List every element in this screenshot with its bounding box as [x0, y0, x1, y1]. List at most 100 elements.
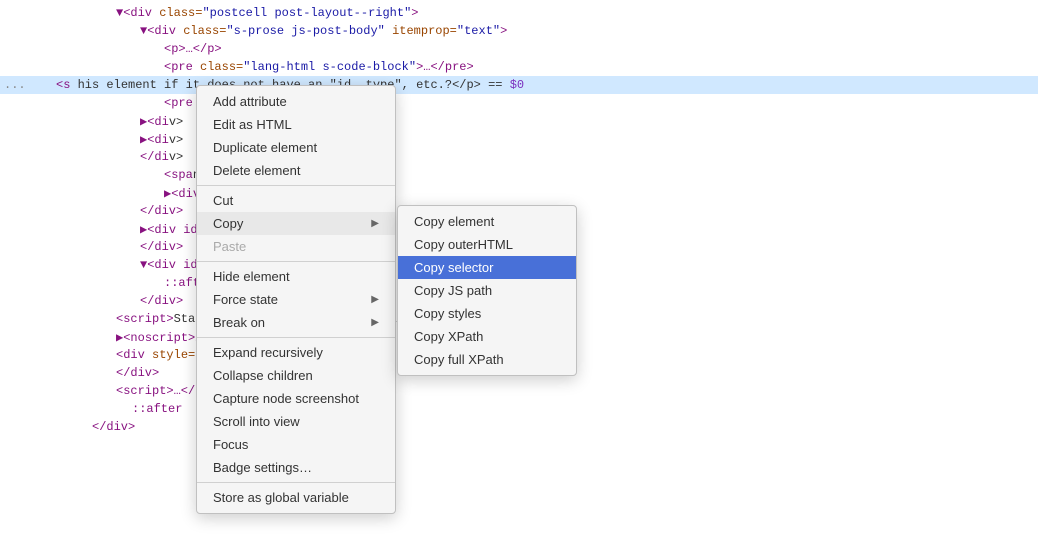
menu-item-label: Add attribute [213, 94, 287, 109]
menu-item-hide[interactable]: Hide element [197, 265, 395, 288]
code-close: > [411, 6, 418, 20]
code-line: ::after [0, 400, 1038, 418]
code-tag: <pre [164, 96, 200, 110]
menu-item-label: Scroll into view [213, 414, 300, 429]
code-val: "s-prose js-post-body" [226, 24, 384, 38]
context-menu[interactable]: Add attribute Edit as HTML Duplicate ele… [196, 85, 396, 514]
code-indent: </div> [36, 240, 183, 254]
menu-item-label: Edit as HTML [213, 117, 292, 132]
menu-item-label: Cut [213, 193, 233, 208]
code-indent: ::after [36, 402, 182, 416]
code-content: v> [169, 133, 183, 147]
menu-item-scroll[interactable]: Scroll into view [197, 410, 395, 433]
menu-item-label: Store as global variable [213, 490, 349, 505]
code-tag: <spa [164, 168, 193, 182]
menu-item-focus[interactable]: Focus [197, 433, 395, 456]
menu-separator [197, 261, 395, 262]
code-line: ▶<div …ts-component>…</div> [0, 184, 1038, 202]
menu-item-label: Capture node screenshot [213, 391, 359, 406]
code-attr: class= [183, 24, 226, 38]
code-line: <pre class="lang-html s-code-block">…</p… [0, 58, 1038, 76]
code-indent: ▼<div class="s-prose js-post-body" itemp… [36, 24, 507, 38]
code-attr2: itemprop= [385, 24, 457, 38]
code-attr: style= [152, 348, 195, 362]
code-tag: ▼<div [116, 6, 159, 20]
code-tag: ▶<noscript>… [116, 331, 202, 345]
ellipsis: ... [4, 78, 28, 92]
code-tag: </di [140, 150, 169, 164]
menu-item-label: Duplicate element [213, 140, 317, 155]
code-line: ▼<div class="postcell post-layout--right… [0, 4, 1038, 22]
code-val: "lang-html s-code-block" [243, 60, 416, 74]
menu-item-capture[interactable]: Capture node screenshot [197, 387, 395, 410]
submenu-item-copy-full-xpath[interactable]: Copy full XPath [398, 348, 576, 371]
code-line: ▶<div> [0, 130, 1038, 148]
code-tag: <p>…</p> [164, 42, 222, 56]
menu-item-label: Hide element [213, 269, 290, 284]
code-tag: ▶<di [140, 133, 169, 147]
code-tag: </div> [140, 204, 183, 218]
code-tag: </div> [140, 240, 183, 254]
code-tag: <div [116, 348, 152, 362]
code-indent: ▶<noscript>… [36, 330, 202, 345]
code-tag: <script> [116, 312, 174, 326]
menu-item-label: Break on [213, 315, 265, 330]
code-content: v> [169, 150, 183, 164]
menu-item-label: Paste [213, 239, 246, 254]
submenu-item-label: Copy styles [414, 306, 481, 321]
copy-submenu[interactable]: Copy element Copy outerHTML Copy selecto… [397, 205, 577, 376]
menu-item-label: Copy [213, 216, 243, 231]
code-line: </div> [0, 418, 1038, 436]
menu-item-badge-settings[interactable]: Badge settings… [197, 456, 395, 479]
submenu-item-copy-xpath[interactable]: Copy XPath [398, 325, 576, 348]
devtools-panel: ▼<div class="postcell post-layout--right… [0, 0, 1038, 552]
code-indent: ▼<div class="postcell post-layout--right… [36, 6, 418, 20]
submenu-item-copy-selector[interactable]: Copy selector [398, 256, 576, 279]
code-tag: </div> [116, 366, 159, 380]
code-line-selected: ... <s his element if it does not have a… [0, 76, 1038, 94]
code-tag: ▶<div [164, 187, 200, 201]
code-indent: ▶<div> [36, 114, 183, 129]
break-on-arrow-icon: ▶ [371, 317, 379, 328]
code-line: ▶<div> [0, 112, 1038, 130]
code-indent: </div> [36, 420, 135, 434]
menu-separator [197, 185, 395, 186]
menu-item-label: Badge settings… [213, 460, 312, 475]
submenu-item-label: Copy full XPath [414, 352, 504, 367]
code-line: <script>…</sc…</script> [0, 382, 1038, 400]
menu-separator [197, 482, 395, 483]
code-attr: class= [159, 6, 202, 20]
menu-item-label: Focus [213, 437, 248, 452]
menu-item-edit-html[interactable]: Edit as HTML [197, 113, 395, 136]
submenu-item-copy-element[interactable]: Copy element [398, 210, 576, 233]
menu-item-label: Expand recursively [213, 345, 323, 360]
code-close: >…</pre> [416, 60, 474, 74]
force-state-arrow-icon: ▶ [371, 294, 379, 305]
menu-item-collapse[interactable]: Collapse children [197, 364, 395, 387]
submenu-item-copy-js-path[interactable]: Copy JS path [398, 279, 576, 302]
code-val: "postcell post-layout--right" [202, 6, 411, 20]
code-indent: </div> [36, 294, 183, 308]
menu-item-label: Collapse children [213, 368, 313, 383]
menu-item-expand[interactable]: Expand recursively [197, 341, 395, 364]
menu-item-cut[interactable]: Cut [197, 189, 395, 212]
submenu-item-label: Copy element [414, 214, 494, 229]
pseudo: ::after [132, 402, 182, 416]
menu-item-delete[interactable]: Delete element [197, 159, 395, 182]
menu-item-store-global[interactable]: Store as global variable [197, 486, 395, 509]
code-line: <pre class="…">…</pre> [0, 94, 1038, 112]
submenu-item-label: Copy selector [414, 260, 493, 275]
menu-item-paste: Paste [197, 235, 395, 258]
menu-item-duplicate[interactable]: Duplicate element [197, 136, 395, 159]
submenu-item-copy-outerhtml[interactable]: Copy outerHTML [398, 233, 576, 256]
code-indent: ::after [36, 276, 214, 290]
code-content: v> [169, 115, 183, 129]
menu-item-force-state[interactable]: Force state ▶ [197, 288, 395, 311]
menu-item-add-attribute[interactable]: Add attribute [197, 90, 395, 113]
code-line: <span>…</span> [0, 166, 1038, 184]
menu-item-break-on[interactable]: Break on ▶ [197, 311, 395, 334]
submenu-item-copy-styles[interactable]: Copy styles [398, 302, 576, 325]
menu-item-label: Force state [213, 292, 278, 307]
menu-item-copy[interactable]: Copy ▶ [197, 212, 395, 235]
code-indent: </div> [36, 204, 183, 218]
